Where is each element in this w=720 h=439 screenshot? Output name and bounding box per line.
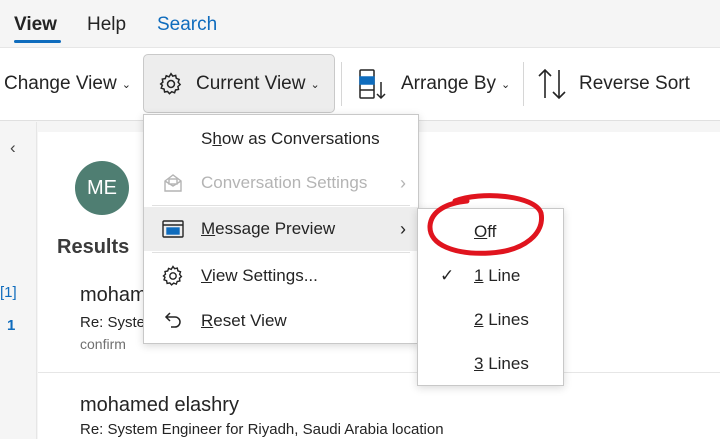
submenu-item-1-line[interactable]: ✓ 1 Line [418,254,563,298]
chevron-down-icon: ⌄ [501,79,511,91]
left-number: 1 [7,317,16,334]
reset-icon [160,308,186,334]
menu-label-part: Lines [483,354,529,373]
sort-icon [537,68,567,100]
message-preview-submenu: Off ✓ 1 Line 2 Lines 3 Lines [417,208,564,386]
menu-label-part: Line [483,266,521,285]
submenu-item-2-lines[interactable]: 2 Lines [418,298,563,342]
arrange-icon [358,68,386,100]
chevron-down-icon: ⌄ [121,79,131,91]
avatar[interactable]: ME [75,161,129,215]
ribbon-divider [523,62,524,106]
folder-pane-collapsed: ‹ [1] 1 [0,122,37,439]
menu-label-accel: M [201,219,216,238]
left-number: [1] [0,284,17,301]
message-subject[interactable]: Re: System Engineer for Riyadh, Saudi Ar… [80,421,444,438]
menu-item-conversation-settings: Conversation Settings › [144,161,418,205]
current-view-menu: Show as Conversations Conversation Setti… [143,114,419,344]
results-heading: Results [57,236,130,258]
collapse-icon[interactable]: ‹ [10,138,16,158]
tab-view[interactable]: View [14,14,57,36]
menu-bar: View Help Search [0,0,720,46]
menu-label-part: ow as Conversations [221,129,380,148]
menu-label-accel: h [212,129,222,148]
menu-label-accel: O [474,222,488,241]
current-view-label: Current View [196,72,306,94]
menu-item-show-as-conversations[interactable]: Show as Conversations [144,117,418,161]
menu-item-reset-view[interactable]: Reset View [144,299,418,343]
menu-item-view-settings[interactable]: View Settings... [144,254,418,298]
change-view-label: Change View [4,72,117,94]
ribbon-divider [341,62,342,106]
ribbon: Change View ⌄ Current View ⌄ Arrange By … [0,47,720,121]
active-tab-indicator [14,40,61,43]
current-view-button[interactable]: Current View ⌄ [143,54,335,113]
gear-icon [158,71,184,97]
reverse-sort-label: Reverse Sort [579,72,690,94]
menu-label-part: essage Preview [215,219,336,238]
conversation-settings-label: Conversation Settings [201,173,368,192]
checkmark-icon: ✓ [440,266,455,285]
menu-label-part: iew Settings... [212,266,318,285]
chevron-right-icon: › [400,172,406,193]
menu-divider [152,205,410,206]
message-preview: confirm [80,336,126,352]
menu-divider [152,252,410,253]
preview-icon [160,216,186,242]
submenu-item-off[interactable]: Off [418,210,563,254]
submenu-item-3-lines[interactable]: 3 Lines [418,342,563,386]
menu-label-part: eset View [213,311,287,330]
menu-item-message-preview[interactable]: Message Preview › [144,207,418,251]
chevron-down-icon: ⌄ [310,79,320,91]
menu-label-accel: R [201,311,214,330]
menu-label-part: ff [487,222,497,241]
chevron-right-icon: › [400,218,406,239]
chat-settings-icon [160,170,186,196]
arrange-by-label: Arrange By [401,72,497,94]
change-view-button[interactable]: Change View ⌄ [4,54,131,113]
reverse-sort-button[interactable]: Reverse Sort [537,54,690,113]
list-divider [38,372,720,373]
tab-help[interactable]: Help [87,14,126,36]
arrange-by-button[interactable]: Arrange By ⌄ [358,54,510,113]
tab-search[interactable]: Search [157,14,217,36]
message-sender[interactable]: mohamed elashry [80,394,239,417]
menu-label-accel: V [201,266,213,285]
menu-label-part: S [201,129,213,148]
menu-label-part: Lines [483,310,529,329]
gear-icon [160,263,186,289]
